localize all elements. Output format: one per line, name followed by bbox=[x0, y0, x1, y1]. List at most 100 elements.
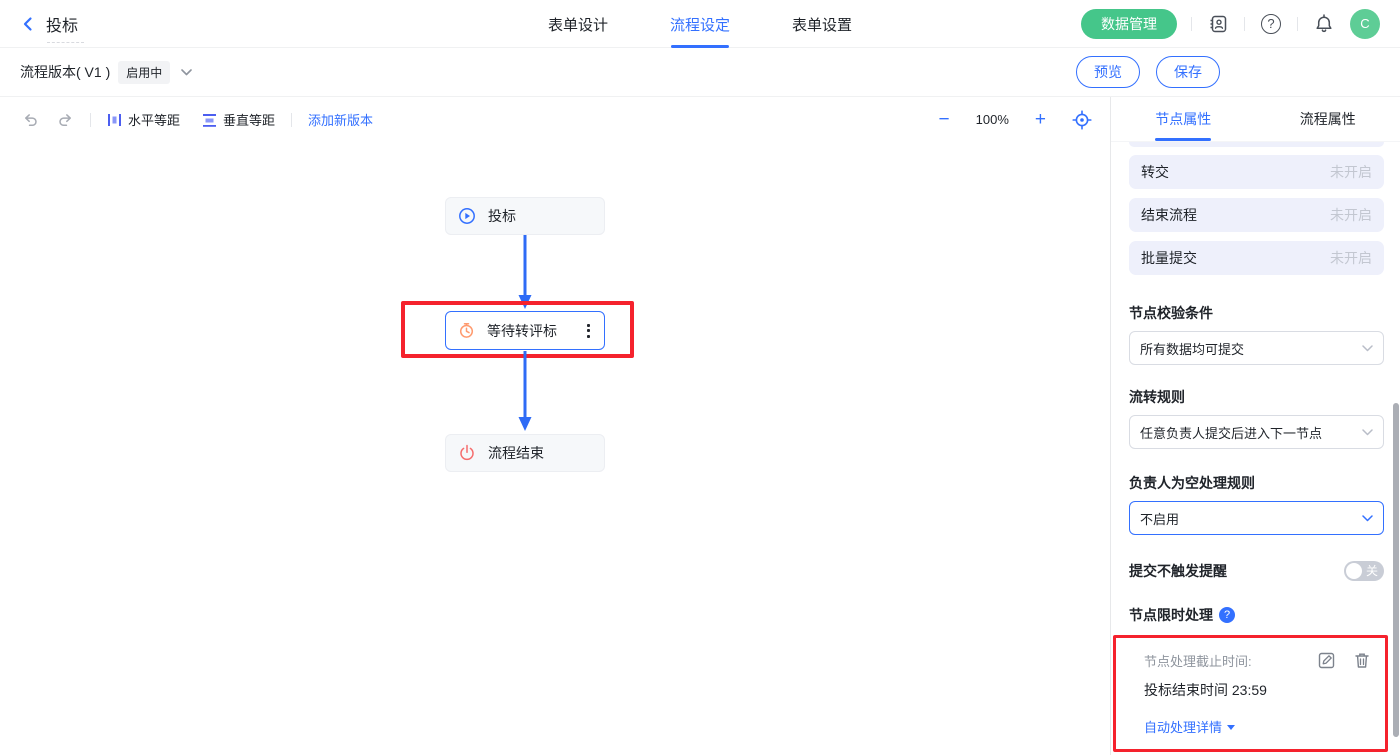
deadline-actions bbox=[1317, 652, 1371, 670]
deadline-title: 节点限时处理 bbox=[1129, 605, 1213, 625]
flow-node-start[interactable]: 投标 bbox=[445, 197, 605, 235]
deadline-annotation-box: 节点处理截止时间: bbox=[1113, 635, 1388, 752]
row-batch-submit[interactable]: 批量提交 未开启 bbox=[1129, 241, 1384, 275]
main-area: 水平等距 垂直等距 添加新版本 − 100% + bbox=[0, 97, 1400, 755]
tab-flow-setting[interactable]: 流程设定 bbox=[670, 0, 730, 48]
tab-label: 流程属性 bbox=[1300, 109, 1356, 129]
flow-designer: 水平等距 垂直等距 添加新版本 − 100% + bbox=[0, 97, 1110, 755]
contacts-icon[interactable] bbox=[1206, 12, 1230, 36]
panel-tabs: 节点属性 流程属性 bbox=[1111, 97, 1400, 142]
tab-node-properties[interactable]: 节点属性 bbox=[1111, 97, 1256, 141]
row-label: 转交 bbox=[1141, 162, 1169, 182]
row-transfer[interactable]: 转交 未开启 bbox=[1129, 155, 1384, 189]
tab-label: 表单设置 bbox=[792, 14, 852, 35]
title-edit-underline bbox=[47, 42, 84, 43]
zoom-level: 100% bbox=[976, 112, 1009, 127]
data-manage-button[interactable]: 数据管理 bbox=[1081, 9, 1177, 39]
deadline-section-head: 节点限时处理 ? bbox=[1129, 605, 1384, 625]
divider bbox=[1191, 17, 1192, 31]
node-menu-kebab-icon[interactable] bbox=[585, 320, 592, 342]
link-label: 自动处理详情 bbox=[1144, 717, 1222, 736]
deadline-value: 投标结束时间 23:59 bbox=[1144, 680, 1371, 700]
timer-icon bbox=[458, 322, 475, 339]
caret-down-icon bbox=[1227, 725, 1235, 730]
header-left: 投标 bbox=[20, 12, 78, 36]
section-title-validation: 节点校验条件 bbox=[1129, 303, 1384, 323]
tab-label: 表单设计 bbox=[548, 14, 608, 35]
row-end-flow[interactable]: 结束流程 未开启 bbox=[1129, 198, 1384, 232]
page-title: 投标 bbox=[46, 18, 78, 35]
version-label: 流程版本( V1 ) bbox=[20, 62, 110, 82]
chevron-down-icon bbox=[1362, 515, 1373, 522]
tab-form-settings[interactable]: 表单设置 bbox=[792, 0, 852, 48]
auto-process-details-link[interactable]: 自动处理详情 bbox=[1144, 717, 1371, 736]
section-title-flow-rule: 流转规则 bbox=[1129, 387, 1384, 407]
power-icon bbox=[458, 444, 476, 462]
tool-label: 水平等距 bbox=[128, 110, 180, 129]
section-title-empty-owner: 负责人为空处理规则 bbox=[1129, 473, 1384, 493]
node-label: 投标 bbox=[488, 206, 592, 226]
flow-canvas[interactable]: 投标 等待转评标 bbox=[0, 142, 1110, 755]
undo-icon bbox=[22, 113, 39, 127]
version-actions: 预览 保存 bbox=[1076, 56, 1220, 88]
select-value: 不启用 bbox=[1140, 509, 1179, 528]
target-icon bbox=[1072, 110, 1092, 130]
zoom-out-button[interactable]: − bbox=[939, 110, 950, 129]
help-circle-icon[interactable]: ? bbox=[1219, 607, 1235, 623]
edit-icon[interactable] bbox=[1317, 652, 1335, 670]
flow-edge bbox=[515, 235, 535, 311]
canvas-toolbar: 水平等距 垂直等距 添加新版本 − 100% + bbox=[0, 97, 1110, 142]
tab-label: 流程设定 bbox=[670, 14, 730, 35]
chevron-left-icon bbox=[20, 16, 36, 32]
save-button[interactable]: 保存 bbox=[1156, 56, 1220, 88]
zoom-controls: − 100% + bbox=[939, 110, 1092, 130]
add-new-version-link[interactable]: 添加新版本 bbox=[308, 110, 373, 129]
active-tab-underline bbox=[671, 45, 729, 48]
flow-rule-select[interactable]: 任意负责人提交后进入下一节点 bbox=[1129, 415, 1384, 449]
question-glyph: ? bbox=[1261, 14, 1281, 34]
undo-button[interactable] bbox=[22, 113, 39, 127]
notification-bell-icon[interactable] bbox=[1312, 12, 1336, 36]
app-root: 投标 表单设计 流程设定 表单设置 数据管理 bbox=[0, 0, 1400, 755]
vertical-spacing-button[interactable]: 垂直等距 bbox=[202, 110, 275, 129]
redo-button[interactable] bbox=[57, 113, 74, 127]
flow-node-wait-review[interactable]: 等待转评标 bbox=[445, 311, 605, 350]
validation-select[interactable]: 所有数据均可提交 bbox=[1129, 331, 1384, 365]
page-title-wrap: 投标 bbox=[46, 12, 78, 36]
no-reminder-row: 提交不触发提醒 关 bbox=[1129, 561, 1384, 581]
flow-node-end[interactable]: 流程结束 bbox=[445, 434, 605, 472]
horizontal-spacing-icon bbox=[107, 113, 122, 127]
node-label: 等待转评标 bbox=[487, 321, 573, 341]
divider bbox=[1244, 17, 1245, 31]
help-icon[interactable]: ? bbox=[1259, 12, 1283, 36]
no-reminder-toggle[interactable]: 关 bbox=[1344, 561, 1384, 581]
delete-trash-icon[interactable] bbox=[1353, 652, 1371, 670]
tab-flow-properties[interactable]: 流程属性 bbox=[1256, 97, 1400, 141]
deadline-label-row: 节点处理截止时间: bbox=[1144, 651, 1371, 670]
horizontal-spacing-button[interactable]: 水平等距 bbox=[107, 110, 180, 129]
zoom-in-button[interactable]: + bbox=[1035, 110, 1046, 129]
row-status: 未开启 bbox=[1330, 248, 1372, 268]
play-circle-icon bbox=[458, 207, 476, 225]
version-info: 流程版本( V1 ) 启用中 bbox=[20, 61, 194, 84]
toggle-knob bbox=[1346, 563, 1362, 579]
redo-icon bbox=[57, 113, 74, 127]
row-status: 未开启 bbox=[1330, 205, 1372, 225]
toggle-state: 关 bbox=[1366, 564, 1378, 578]
header-actions: 数据管理 ? C bbox=[1081, 9, 1380, 39]
tab-form-design[interactable]: 表单设计 bbox=[548, 0, 608, 48]
divider bbox=[90, 113, 91, 127]
preview-button[interactable]: 预览 bbox=[1076, 56, 1140, 88]
panel-scrollbar-thumb[interactable] bbox=[1393, 403, 1399, 737]
back-button[interactable] bbox=[20, 16, 36, 32]
row-status: 未开启 bbox=[1330, 162, 1372, 182]
version-chevron-down-icon[interactable] bbox=[178, 64, 194, 80]
row-label: 结束流程 bbox=[1141, 205, 1197, 225]
flow-edge bbox=[515, 351, 535, 434]
user-avatar[interactable]: C bbox=[1350, 9, 1380, 39]
empty-owner-select[interactable]: 不启用 bbox=[1129, 501, 1384, 535]
fit-view-button[interactable] bbox=[1072, 110, 1092, 130]
deadline-label: 节点处理截止时间: bbox=[1144, 651, 1252, 670]
select-value: 任意负责人提交后进入下一节点 bbox=[1140, 423, 1322, 442]
divider bbox=[1297, 17, 1298, 31]
